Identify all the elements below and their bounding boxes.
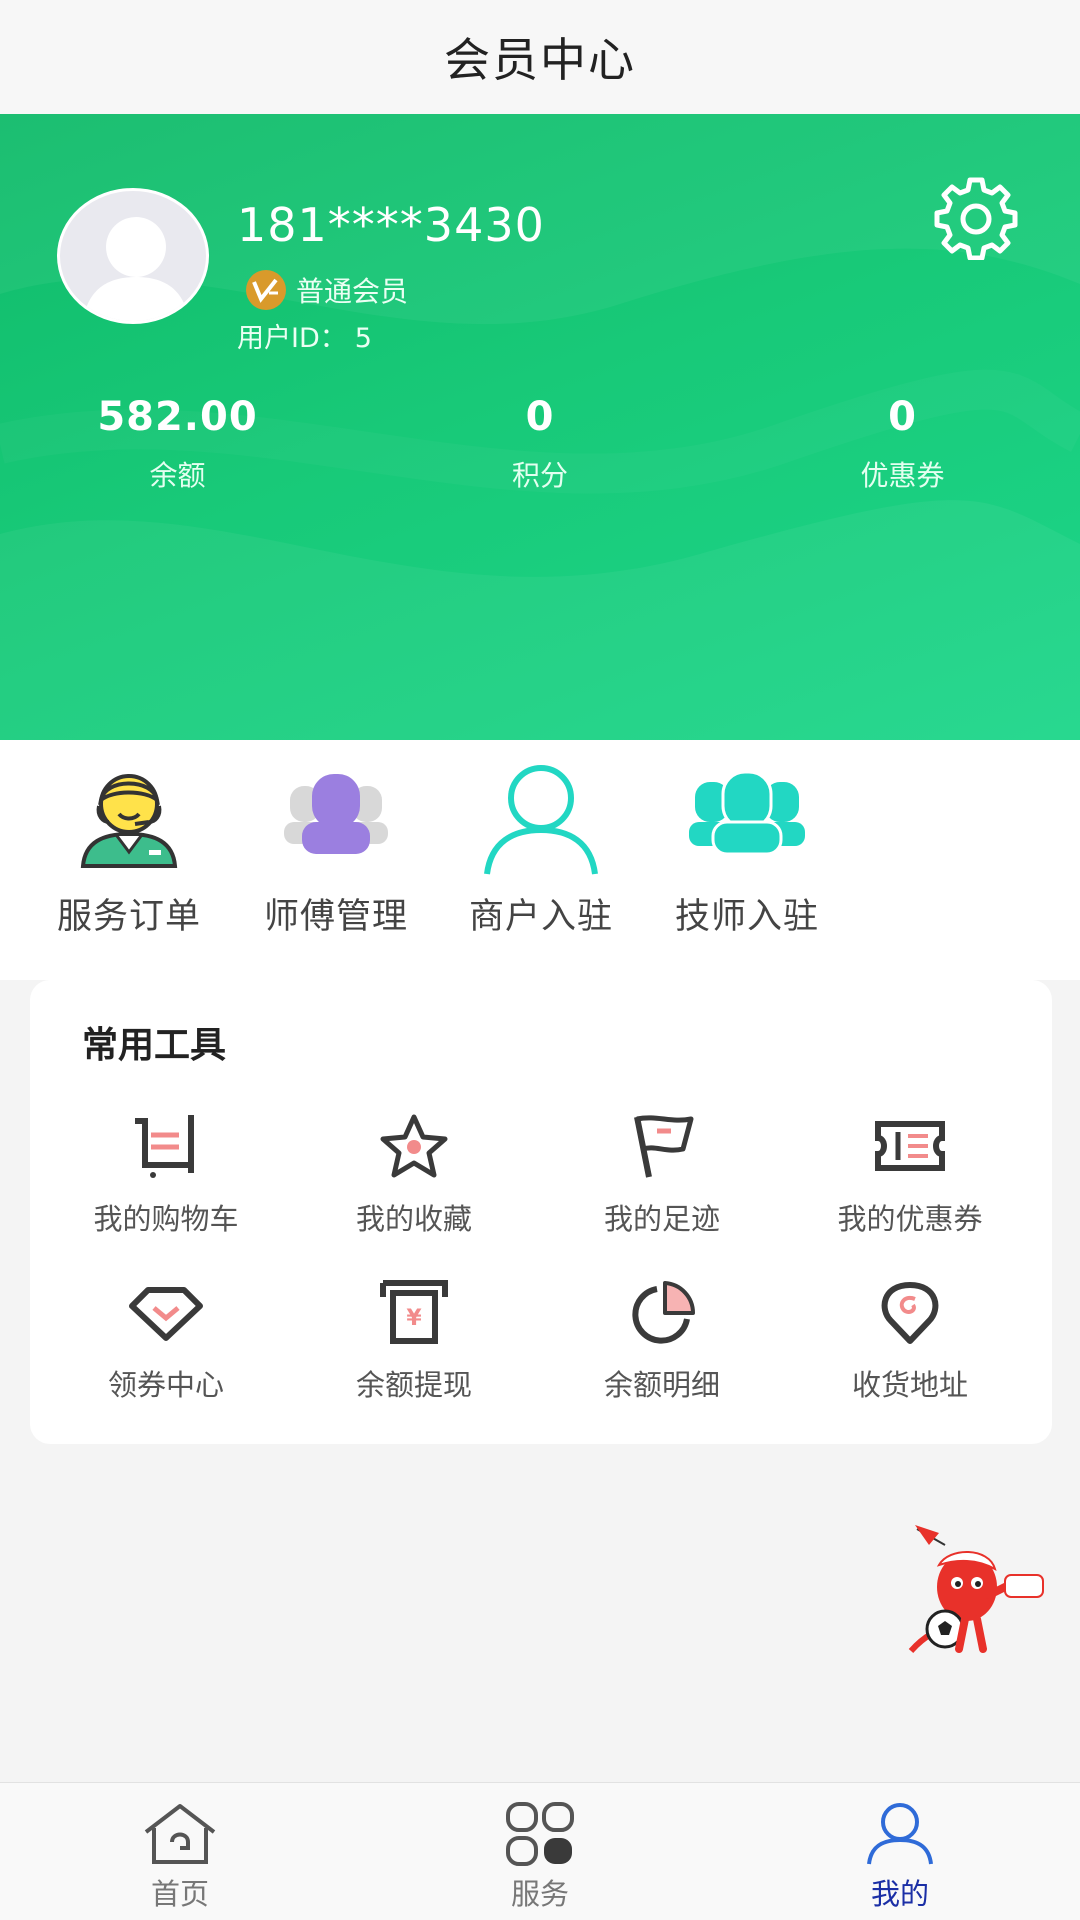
tab-mine[interactable]: 我的 bbox=[720, 1783, 1080, 1920]
member-level-label: 普通会员 bbox=[296, 275, 409, 308]
tab-services[interactable]: 服务 bbox=[360, 1783, 720, 1920]
stat-label: 优惠券 bbox=[860, 459, 945, 492]
svg-text:¥: ¥ bbox=[406, 1306, 422, 1331]
technician-group-icon bbox=[689, 770, 805, 856]
tool-label: 收货地址 bbox=[851, 1368, 968, 1402]
shortcut-technician-join[interactable]: 技师入驻 bbox=[644, 756, 850, 939]
ticket-icon bbox=[875, 1121, 945, 1171]
tool-shipping-address[interactable]: 收货地址 bbox=[785, 1274, 1035, 1404]
shortcut-master-management[interactable]: 师傅管理 bbox=[233, 756, 439, 939]
mascot-soccer-icon bbox=[908, 1525, 1044, 1654]
common-tools-card: 常用工具 我的购物车 我的收藏 我的足迹 我的优惠券 领券中心 ¥ 余额提现 余… bbox=[30, 980, 1052, 1444]
tool-cart[interactable]: 我的购物车 bbox=[41, 1108, 291, 1238]
user-id: 用户ID： 5 bbox=[237, 316, 372, 355]
floating-mascot[interactable] bbox=[905, 1525, 1050, 1655]
tool-label: 领券中心 bbox=[107, 1368, 224, 1402]
service-agent-icon bbox=[80, 774, 178, 868]
tool-coupons[interactable]: 我的优惠券 bbox=[785, 1108, 1035, 1238]
avatar[interactable] bbox=[57, 188, 209, 324]
gear-icon bbox=[934, 177, 1018, 260]
tab-label: 首页 bbox=[150, 1877, 209, 1911]
stat-value: 582.00 bbox=[97, 394, 258, 440]
settings-button[interactable] bbox=[930, 170, 1022, 262]
member-level: 普通会员 bbox=[246, 270, 408, 310]
member-center-page: 会员中心 181****3430 普通会员 用户ID： 5 582.00 余额 … bbox=[0, 0, 1080, 1920]
user-id-value: 5 bbox=[354, 323, 372, 354]
cart-icon bbox=[135, 1115, 194, 1178]
stat-value: 0 bbox=[525, 394, 555, 440]
flag-icon bbox=[634, 1115, 694, 1178]
profile-panel: 181****3430 普通会员 用户ID： 5 582.00 余额 0 积分 … bbox=[0, 114, 1080, 740]
account-stats: 582.00 余额 0 积分 0 优惠券 bbox=[0, 394, 1080, 494]
stat-label: 积分 bbox=[511, 459, 568, 492]
tool-favorites[interactable]: 我的收藏 bbox=[289, 1108, 539, 1238]
tool-label: 我的购物车 bbox=[93, 1202, 239, 1236]
shortcut-service-orders[interactable]: 服务订单 bbox=[26, 756, 232, 939]
stat-value: 0 bbox=[888, 394, 917, 440]
home-icon bbox=[144, 1804, 216, 1864]
tool-label: 我的收藏 bbox=[355, 1202, 472, 1236]
tab-label: 服务 bbox=[510, 1877, 569, 1911]
tool-balance-detail[interactable]: 余额明细 bbox=[537, 1274, 787, 1404]
page-title: 会员中心 bbox=[444, 33, 636, 87]
star-icon bbox=[380, 1114, 448, 1178]
tool-label: 我的优惠券 bbox=[837, 1202, 983, 1236]
tools-title: 常用工具 bbox=[82, 1025, 227, 1066]
user-icon bbox=[867, 1803, 933, 1865]
shortcut-label: 服务订单 bbox=[56, 897, 201, 937]
shortcut-merchant-join[interactable]: 商户入驻 bbox=[438, 756, 644, 939]
user-phone: 181****3430 bbox=[237, 198, 545, 252]
shortcut-label: 技师入驻 bbox=[674, 897, 819, 937]
tool-label: 我的足迹 bbox=[603, 1202, 720, 1236]
tool-label: 余额明细 bbox=[603, 1368, 720, 1402]
tab-label: 我的 bbox=[870, 1877, 929, 1911]
nav-bar: 会员中心 bbox=[0, 0, 1080, 114]
stat-points[interactable]: 0 积分 bbox=[355, 394, 725, 494]
pie-chart-icon bbox=[632, 1281, 696, 1344]
location-icon bbox=[881, 1282, 939, 1344]
grid-icon bbox=[506, 1802, 574, 1866]
bottom-tab-bar: 首页 服务 我的 bbox=[0, 1782, 1080, 1920]
tool-coupon-center[interactable]: 领券中心 bbox=[41, 1274, 291, 1404]
tool-footprints[interactable]: 我的足迹 bbox=[537, 1108, 787, 1238]
shortcut-label: 师傅管理 bbox=[263, 897, 408, 937]
stat-coupons[interactable]: 0 优惠券 bbox=[725, 394, 1080, 494]
stat-label: 余额 bbox=[149, 459, 206, 492]
withdraw-icon: ¥ bbox=[380, 1280, 448, 1344]
vip-badge-icon bbox=[246, 270, 286, 310]
stat-balance[interactable]: 582.00 余额 bbox=[0, 394, 355, 494]
user-id-label: 用户ID： bbox=[237, 323, 347, 354]
diamond-icon bbox=[129, 1287, 203, 1341]
tool-label: 余额提现 bbox=[355, 1368, 472, 1402]
master-group-icon bbox=[284, 774, 388, 854]
shortcut-label: 商户入驻 bbox=[468, 897, 613, 937]
tab-home[interactable]: 首页 bbox=[0, 1783, 360, 1920]
shortcut-row: 服务订单 师傅管理 商户入驻 技师入驻 bbox=[0, 740, 1080, 980]
tool-withdraw[interactable]: ¥ 余额提现 bbox=[289, 1274, 539, 1404]
merchant-user-icon bbox=[484, 765, 598, 875]
